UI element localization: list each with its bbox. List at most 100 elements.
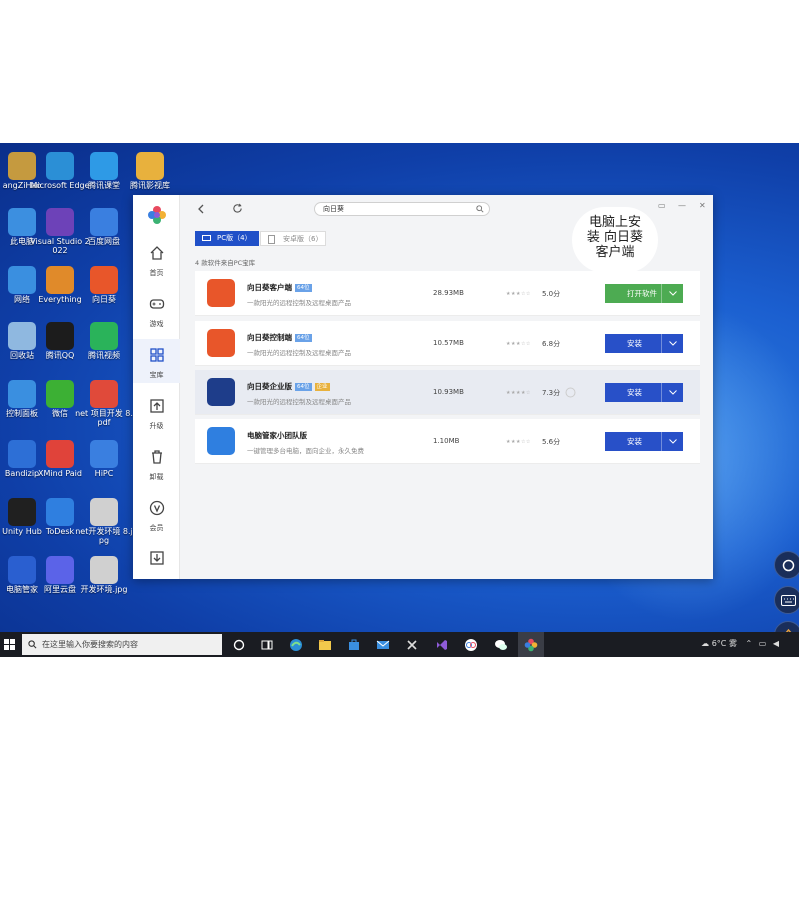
sidebar: 首页游戏宝库升级卸载会员 [133,195,180,579]
rating-stars: ★★★★☆ [506,390,531,396]
upgrade-icon [149,399,164,413]
cortana-icon[interactable] [232,638,246,652]
desktop-icon[interactable]: 腾讯视频 [74,322,134,361]
desktop-app-icon [90,556,118,584]
sidebar-item-label: 会员 [149,524,164,532]
app-row[interactable]: 向日葵客户端 64位 一款阳光的远程控制及远程桌面产品 28.93MB ★★★☆☆ 5.0… [195,271,700,316]
edge-icon[interactable] [289,638,303,652]
chevron-down-icon[interactable] [661,284,683,303]
weather-icon[interactable]: ☁ [701,639,709,648]
rating-stars: ★★★☆☆ [506,341,531,347]
desktop-app-icon [90,380,118,408]
app-row[interactable]: 向日葵企业版 64位 企业 一款阳光的远程控制及远程桌面产品 10.93MB ★★★★☆ 7… [195,370,700,415]
install-button[interactable]: 安装 [605,432,683,451]
vip-icon [149,500,164,516]
bitness-badge: 64位 [295,383,312,391]
visual-studio-icon[interactable] [435,638,449,652]
app-size: 10.57MB [433,339,464,347]
weather-text: 6°C 雾 [711,639,737,648]
desktop-app-icon [46,380,74,408]
bubble-line: 客户端 [595,245,635,260]
sidebar-item-grid[interactable]: 宝库 [133,339,180,383]
taskbar-search[interactable]: 在这里输入你要搜索的内容 [22,634,222,655]
sidebar-item-trash[interactable]: 卸载 [133,449,180,482]
annotation-bubble: 电脑上安 装 向日葵 客户端 [572,207,658,273]
back-icon[interactable] [196,204,206,214]
install-button[interactable]: 安装 [605,383,683,402]
app-size: 28.93MB [433,289,464,297]
baidu-netdisk-icon[interactable] [464,638,478,652]
button-label: 安装 [627,437,642,446]
bitness-badge: 64位 [295,334,312,342]
desktop-icon-label: net开发环境 8.jpg [75,527,133,545]
download-icon [149,551,164,565]
sidebar-item-gamepad[interactable]: 游戏 [133,296,180,329]
app-description: 一款阳光的远程控制及远程桌面产品 [247,299,351,307]
desktop-app-icon [90,152,118,180]
sidebar-item-home[interactable]: 首页 [133,245,180,278]
desktop-icon[interactable]: 腾讯影视库 [120,152,180,191]
desktop-app-icon [90,440,118,468]
windows-start-icon[interactable] [4,639,15,650]
close-icon[interactable]: ✕ [699,201,706,210]
desktop-icon[interactable]: 向日葵 [74,266,134,305]
app-description: 一款阳光的远程控制及远程桌面产品 [247,398,351,406]
desktop-icon[interactable]: 开发环境.jpg [74,556,134,595]
app-name-line: 向日葵控制端 64位 [247,332,312,343]
desktop-icon[interactable]: HiPC [74,440,134,479]
search-icon[interactable] [476,205,484,213]
search-input[interactable]: 向日葵 [314,202,490,216]
desktop-app-icon [90,322,118,350]
chevron-down-icon[interactable] [661,334,683,353]
rating-stars: ★★★☆☆ [506,439,531,445]
network-icon[interactable]: ▭ [759,639,767,648]
chevron-up-icon[interactable]: ⌃ [745,639,752,648]
edition-badge: 企业 [314,383,330,391]
app-name: 电脑管家小团队版 [247,431,307,440]
open-software-button[interactable]: 打开软件 [605,284,683,303]
sidebar-item-label: 游戏 [149,320,164,328]
desktop-app-icon [46,322,74,350]
result-count: 4 款软件来自PC宝库 [195,259,256,267]
desktop-app-icon [90,498,118,526]
app-row[interactable]: 电脑管家小团队版 一键管理多台电脑，面向企业，永久免费 1.10MB ★★★☆☆ 5.6… [195,419,700,464]
rating-score: 5.6分 [542,438,561,446]
desktop-app-icon [46,498,74,526]
restore-icon[interactable]: ▭ [658,201,666,210]
tools-icon[interactable] [405,638,419,652]
taskbar-active-app[interactable] [518,632,544,657]
tab-pc-label: PC版（4） [217,234,252,242]
volume-icon[interactable]: ◀ [773,639,779,648]
desktop-icon[interactable]: 百度网盘 [74,208,134,247]
desktop-icon-label: 开发环境.jpg [80,585,128,594]
circle-icon [782,559,795,572]
button-label: 打开软件 [627,289,657,298]
bitness-badge: 64位 [295,284,312,292]
chevron-down-icon[interactable] [661,383,683,402]
refresh-icon[interactable] [232,203,243,214]
task-view-icon[interactable] [260,638,274,652]
float-keyboard-button[interactable] [774,586,799,614]
search-icon [28,640,37,649]
chevron-down-icon[interactable] [661,432,683,451]
desktop-icon[interactable]: net 项目开发 8.pdf [74,380,134,428]
tab-pc[interactable]: PC版（4） [195,231,259,246]
file-explorer-icon[interactable] [318,638,332,652]
store-icon[interactable] [347,638,361,652]
tab-android[interactable]: 安卓版（6） [260,231,326,246]
app-icon [207,378,235,406]
float-circle-button[interactable] [774,551,799,579]
desktop-app-icon [46,208,74,236]
wechat-icon[interactable] [494,638,508,652]
sidebar-item-download[interactable] [133,550,180,570]
minimize-icon[interactable]: — [678,201,686,210]
sidebar-item-vip[interactable]: 会员 [133,500,180,533]
sidebar-item-upgrade[interactable]: 升级 [133,398,180,431]
install-button[interactable]: 安装 [605,334,683,353]
desktop-icon[interactable]: net开发环境 8.jpg [74,498,134,546]
desktop-app-icon [46,440,74,468]
app-row[interactable]: 向日葵控制端 64位 一款阳光的远程控制及远程桌面产品 10.57MB ★★★☆☆ 6.8… [195,321,700,366]
desktop-icon-label: 百度网盘 [88,237,120,246]
mail-icon[interactable] [376,638,390,652]
keyboard-icon [781,595,796,606]
